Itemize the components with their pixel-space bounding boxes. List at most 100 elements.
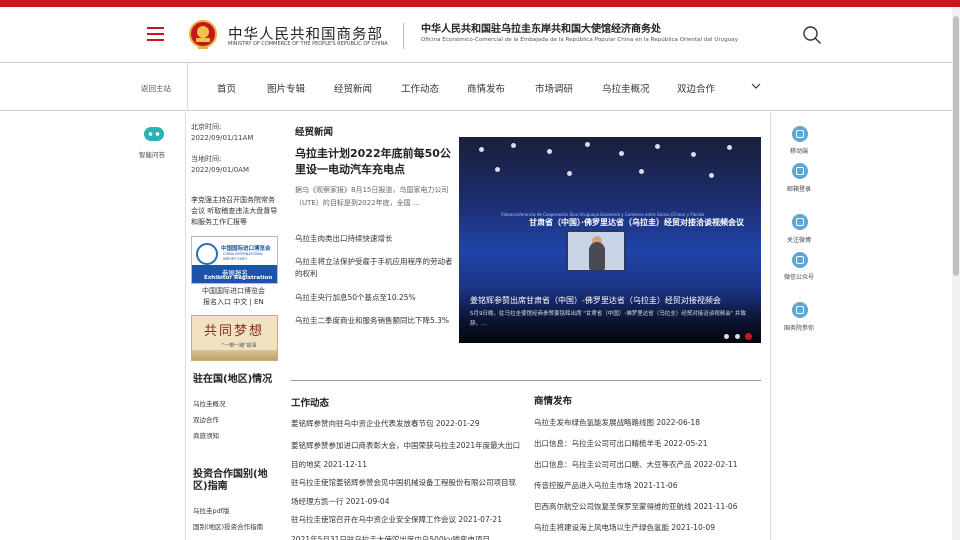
work-item[interactable]: 驻乌拉圭使馆召开在乌中资企业安全保障工作会议 2021-07-21 [291,510,502,529]
back-to-main-link[interactable]: 返回主站 [141,83,171,94]
news-item[interactable]: 乌拉圭将立法保护受雇于手机应用程序的劳动者的权利 [295,256,455,280]
news-slideshow[interactable]: Videoconferencia de Cooperación Sino-Uru… [459,137,761,343]
market-item[interactable]: 传音控股产品进入乌拉圭市场 2021-11-06 [534,476,677,495]
stage-light [619,151,624,156]
nav-item-bilateral[interactable]: 双边合作 [677,81,715,95]
stage-light [495,167,500,172]
side-column: 北京时间: 2022/09/01/11AM 当地时间: 2022/09/01/0… [191,112,283,540]
stage-light [511,143,516,148]
right-rail-label-mail[interactable]: 邮箱登录 [787,184,811,193]
stage-light [691,152,696,157]
work-item[interactable]: 驻乌拉圭使馆姜铭辉参赞会见中国机械设备工程股份有限公司项目现场经理方凯一行 20… [291,473,521,511]
local-time-value: 2022/09/01/0AM [191,166,249,174]
ministry-name-en: MINISTRY OF COMMERCE OF THE PEOPLE'S REP… [228,41,388,47]
work-item[interactable]: 姜铭辉参赞参加进口商表彰大会，中国荣获乌拉圭2021年度最大出口目的地奖 202… [291,436,521,474]
work-item[interactable]: 2021年5月31日驻乌拉圭大使馆出席中乌500kv输变电项目 [291,530,490,540]
side-link-bilateral[interactable]: 双边合作 [193,414,219,424]
nav-item-market-research[interactable]: 市场调研 [535,81,573,95]
expo-name-en-2: IMPORT EXPO [223,256,247,261]
local-time-label: 当地时间: [191,155,222,163]
stage-light [655,144,660,149]
weibo-icon[interactable] [792,214,808,230]
slide-dot-3-active[interactable] [745,333,752,340]
market-item[interactable]: 乌拉圭将建设海上风电场以生产绿色氢能 2021-10-09 [534,518,715,537]
side-link-pdf[interactable]: 乌拉圭pdf版 [193,505,230,515]
stage-light [727,145,732,150]
news-summary: 据乌《观察家报》8月15日报道，乌国家电力公司（UTE）的目标是到2022年底，… [295,186,449,207]
slide-caption[interactable]: 姜铭辉参赞出席甘肃省（中国）-佛罗里达省（乌拉圭）经贸对接视频会 [470,295,721,306]
right-rail-label-mobile[interactable]: 移动端 [790,146,808,155]
nav-item-photos[interactable]: 图片专辑 [267,81,305,95]
nav-item-uruguay-overview[interactable]: 乌拉圭概况 [602,81,650,95]
work-updates-heading[interactable]: 工作动态 [291,395,329,409]
wechat-icon[interactable] [792,252,808,268]
side-link-investment-guide[interactable]: 国别(地区)投资合作指南 [193,521,263,531]
emblem-icon[interactable] [188,19,218,51]
market-info-heading[interactable]: 商情发布 [534,393,572,407]
slide-dot-2[interactable] [735,334,740,339]
stage-light [479,147,484,152]
slide-summary: 5月9日晚，驻乌拉圭使馆经商参赞姜铭辉出席 "甘肃省（中国）-佛罗里达省（乌拉圭… [470,311,747,327]
expo-register-links[interactable]: 报名入口 中文 | EN [203,297,264,307]
country-info-heading: 驻在国(地区)情况 [193,374,273,385]
market-item[interactable]: 出口信息：乌拉圭公司可出口糖、大豆等农产品 2022-02-11 [534,455,737,474]
news-item[interactable]: 乌拉圭肉类出口持续快速增长 [295,233,455,245]
stage-light [547,149,552,154]
work-item[interactable]: 姜铭辉参赞向驻乌中资企业代表发放春节包 2022-01-29 [291,414,479,433]
stage-light [585,142,590,147]
header-divider [403,23,404,49]
news-headline[interactable]: 乌拉圭计划2022年底前每50公里设一电动汽车充电点 [295,146,455,178]
office-name-es: Oficina Económico-Comercial de la Embaja… [421,37,739,43]
stage-light [709,173,714,178]
main-nav: 返回主站 首页 图片专辑 经贸新闻 工作动态 商情发布 市场调研 乌拉圭概况 双… [0,62,952,111]
belt-road-decoration [192,350,277,360]
mail-icon[interactable] [792,163,808,179]
nav-item-home[interactable]: 首页 [217,81,236,95]
state-council-icon[interactable] [792,302,808,318]
left-rail: 智能问答 [130,112,186,540]
expo-name-cn: 中国国际进口博览会 [221,246,271,252]
scrollbar-thumb[interactable] [953,16,959,276]
video-screen [566,230,626,272]
top-red-bar [0,0,960,7]
nav-item-market-info[interactable]: 商情发布 [467,81,505,95]
expo-logo-icon [196,243,218,265]
expo-banner[interactable]: 中国国际进口博览会 CHINA INTERNATIONAL IMPORT EXPO… [191,236,278,284]
right-rail: 移动端 邮箱登录 关注微博 微信公众号 国务院参你 [770,112,830,540]
belt-road-banner[interactable]: 共同梦想 "一带一路"故事 [191,315,278,361]
expo-caption[interactable]: 中国国际进口博览会 [202,286,265,296]
market-item[interactable]: 出口信息：乌拉圭公司可出口精梳羊毛 2022-05-21 [534,434,707,453]
expo-name-en: CHINA INTERNATIONAL IMPORT EXPO [223,252,263,261]
nav-item-trade-news[interactable]: 经贸新闻 [334,81,372,95]
trade-news-heading[interactable]: 经贸新闻 [295,124,333,138]
side-link-travel-notes[interactable]: 商旅须知 [193,430,219,440]
side-notice-link[interactable]: 李克强主持召开国务院常务会议 听取稽查违法大盘督导和服务工作汇报等 [191,195,281,228]
search-icon[interactable] [802,25,822,45]
right-rail-label-state-council[interactable]: 国务院参你 [784,323,814,332]
speaker-body [589,242,605,270]
chat-robot-icon[interactable] [143,126,165,142]
mobile-icon[interactable] [792,126,808,142]
belt-road-subtitle: "一带一路"故事 [222,343,257,349]
scrollbar-track[interactable] [952,7,960,540]
news-item[interactable]: 乌拉圭二季度商业和服务销售额同比下降5.3% [295,315,455,327]
site-header: 中华人民共和国商务部 MINISTRY OF COMMERCE OF THE P… [0,7,952,63]
right-rail-label-wechat[interactable]: 微信公众号 [784,272,814,281]
expo-registration-bar: 参展报名 Exhibitor Registration [192,265,277,283]
side-link-uruguay-overview[interactable]: 乌拉圭概况 [193,398,226,408]
market-item[interactable]: 乌拉圭发布绿色氢能发展战略路线图 2022-06-18 [534,413,700,432]
right-rail-label-weibo[interactable]: 关注微博 [787,235,811,244]
expo-registration-en: Exhibitor Registration [204,275,273,281]
stage-title-cn: 甘肃省（中国）·佛罗里达省（乌拉圭）经贸对接洽谈视频会议 [529,218,745,227]
beijing-time-label: 北京时间: [191,123,222,131]
office-name-cn: 中华人民共和国驻乌拉圭东岸共和国大使馆经济商务处 [421,24,661,35]
nav-item-work-updates[interactable]: 工作动态 [401,81,439,95]
menu-icon[interactable] [147,27,164,41]
market-item[interactable]: 巴西高尔航空公司恢复圣保罗至蒙得维的亚航线 2021-11-06 [534,497,737,516]
chevron-down-icon[interactable] [751,81,761,91]
news-item[interactable]: 乌拉圭央行加息50个基点至10.25% [295,292,455,304]
stage-light [639,169,644,174]
slide-dot-1[interactable] [724,334,729,339]
smart-qa-label[interactable]: 智能问答 [139,149,165,159]
expo-name-en-1: CHINA INTERNATIONAL [223,252,264,256]
